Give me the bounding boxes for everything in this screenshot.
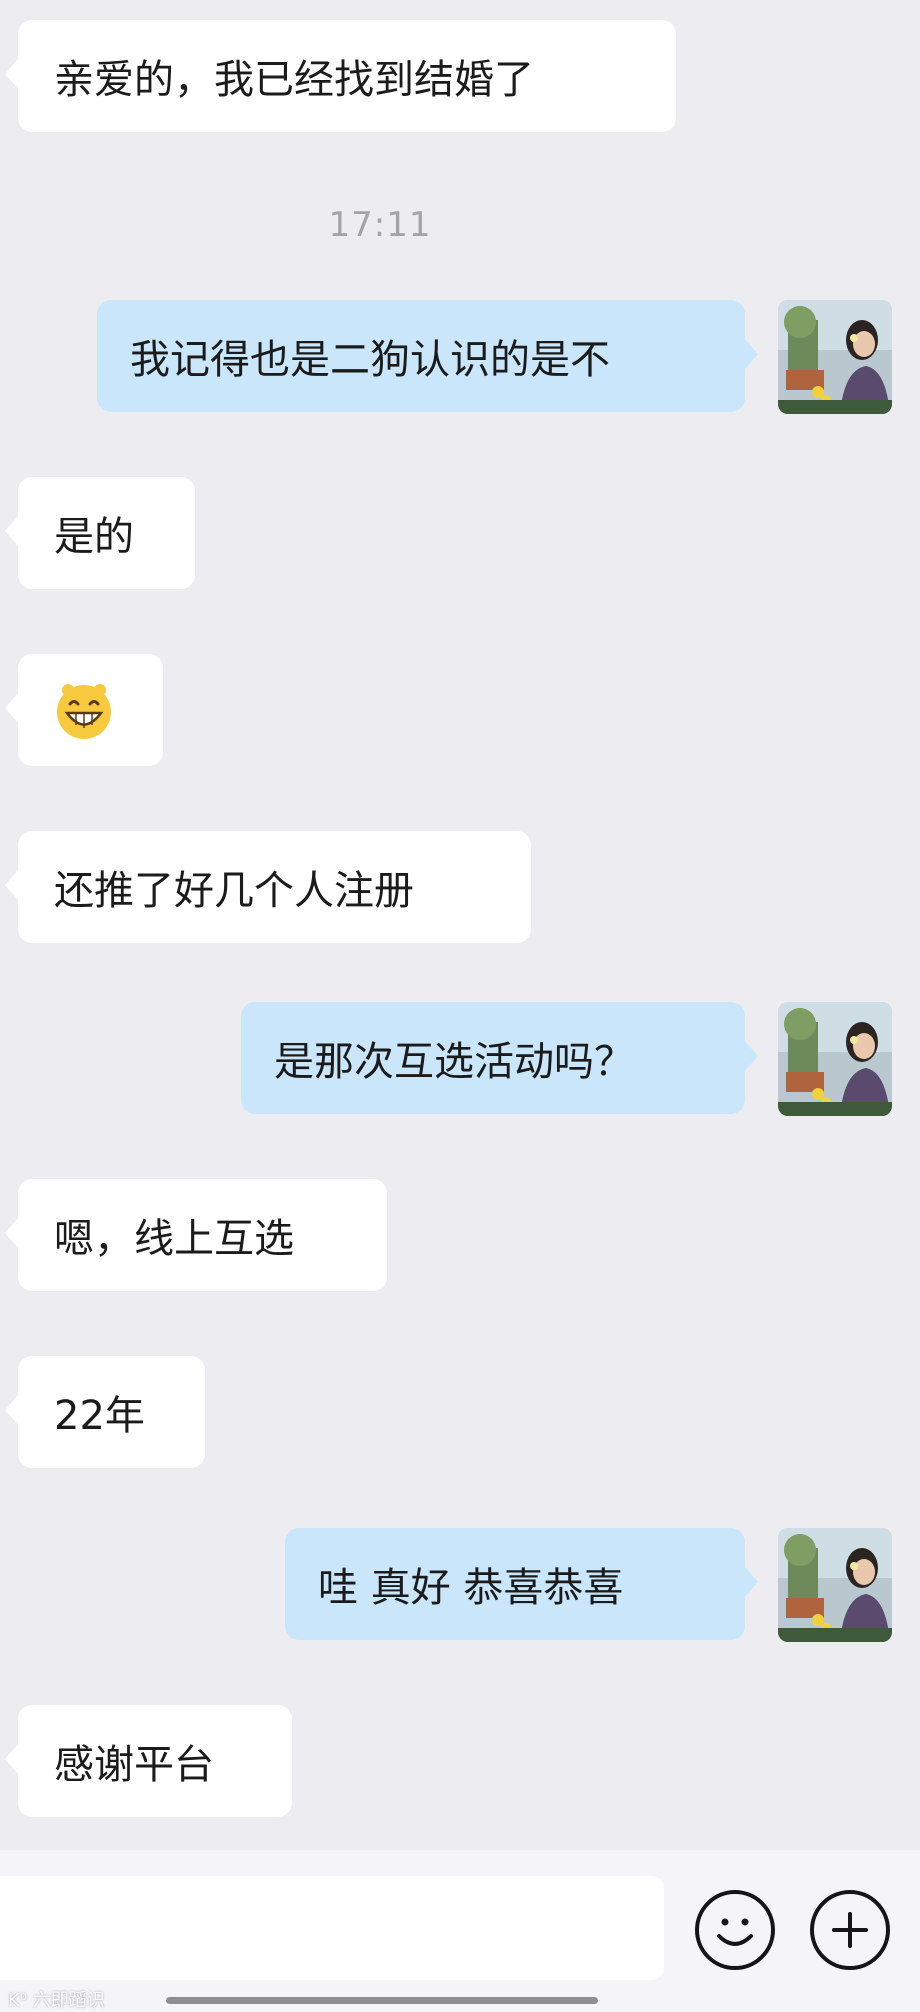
user-avatar[interactable] — [778, 300, 892, 414]
message-bubble-outgoing[interactable]: 是那次互选活动吗？ — [241, 1002, 758, 1114]
avatar-photo-icon — [778, 300, 892, 414]
emoji-button[interactable] — [695, 1890, 775, 1970]
message-timestamp: 17:11 — [328, 205, 432, 245]
smiley-icon — [717, 1918, 753, 1946]
grinning-face-icon — [57, 684, 111, 739]
message-text: 感谢平台 — [54, 1742, 214, 1788]
message-text: 22年 — [54, 1393, 145, 1439]
message-input[interactable] — [0, 1876, 664, 1980]
plus-icon — [832, 1912, 868, 1948]
more-button[interactable] — [810, 1890, 890, 1970]
message-bubble-incoming[interactable]: 感谢平台 — [5, 1705, 292, 1817]
message-bubble-incoming[interactable]: 嗯，线上互选 — [5, 1179, 387, 1291]
message-bubble-incoming[interactable]: 22年 — [5, 1356, 205, 1468]
user-avatar[interactable] — [778, 1002, 892, 1116]
watermark: K⁰ 六即蹈识 — [8, 1990, 105, 2011]
message-text: 我记得也是二狗认识的是不 — [130, 337, 610, 383]
message-text: 是那次互选活动吗？ — [274, 1039, 634, 1085]
message-bubble-outgoing[interactable]: 哇 真好 恭喜恭喜 — [285, 1528, 758, 1640]
user-avatar[interactable] — [778, 1528, 892, 1642]
message-bubble-incoming[interactable]: 还推了好几个人注册 — [5, 831, 531, 943]
message-text: 嗯，线上互选 — [54, 1216, 294, 1262]
message-bubble-incoming[interactable]: 是的 — [5, 477, 195, 589]
message-bubble-incoming[interactable]: 亲爱的，我已经找到结婚了 — [5, 20, 676, 132]
message-text: 哇 真好 恭喜恭喜 — [318, 1565, 624, 1611]
message-bubble-incoming[interactable] — [5, 654, 163, 766]
message-text: 亲爱的，我已经找到结婚了 — [54, 57, 534, 103]
message-text: 还推了好几个人注册 — [54, 868, 414, 914]
message-bubble-outgoing[interactable]: 我记得也是二狗认识的是不 — [97, 300, 758, 412]
message-text: 是的 — [54, 514, 134, 560]
home-indicator[interactable] — [166, 1997, 598, 2004]
avatar-photo-icon — [778, 1528, 892, 1642]
avatar-photo-icon — [778, 1002, 892, 1116]
